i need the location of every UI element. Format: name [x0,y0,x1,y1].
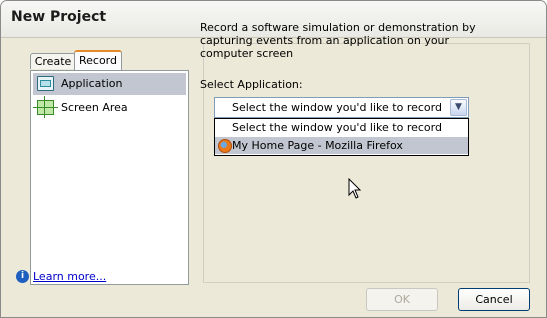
sidebar-item-label: Application [61,77,123,90]
firefox-icon [218,139,232,153]
application-select[interactable]: Select the window you'd like to record ▼ [214,97,469,118]
select-application-label: Select Application: [200,78,303,91]
project-type-list: Application Screen Area [30,70,189,285]
info-icon: i [16,270,29,283]
application-icon [37,76,54,91]
ok-button[interactable]: OK [366,288,438,311]
application-dropdown-list: Select the window you'd like to record M… [214,118,469,156]
dropdown-option-label: Select the window you'd like to record [232,121,442,134]
learn-more-link[interactable]: Learn more... [33,270,106,283]
tab-create[interactable]: Create [30,53,76,69]
sidebar-item-application[interactable]: Application [33,73,186,95]
chevron-down-icon[interactable]: ▼ [450,99,467,116]
application-select-value: Select the window you'd like to record [232,101,442,114]
sidebar-item-screen-area[interactable]: Screen Area [33,96,186,119]
dropdown-option-firefox[interactable]: My Home Page - Mozilla Firefox [215,137,468,154]
cancel-button[interactable]: Cancel [458,288,530,311]
dropdown-option[interactable]: Select the window you'd like to record [215,119,468,136]
dialog-body: Create Record Application Screen Area [16,38,530,296]
record-description: Record a software simulation or demonstr… [200,21,476,60]
mouse-cursor-icon [348,178,362,199]
screen-area-icon [33,96,58,118]
sidebar-item-label: Screen Area [61,101,128,114]
dropdown-option-label: My Home Page - Mozilla Firefox [232,139,403,152]
dialog-title: New Project [11,9,107,25]
tab-record[interactable]: Record [74,50,122,70]
